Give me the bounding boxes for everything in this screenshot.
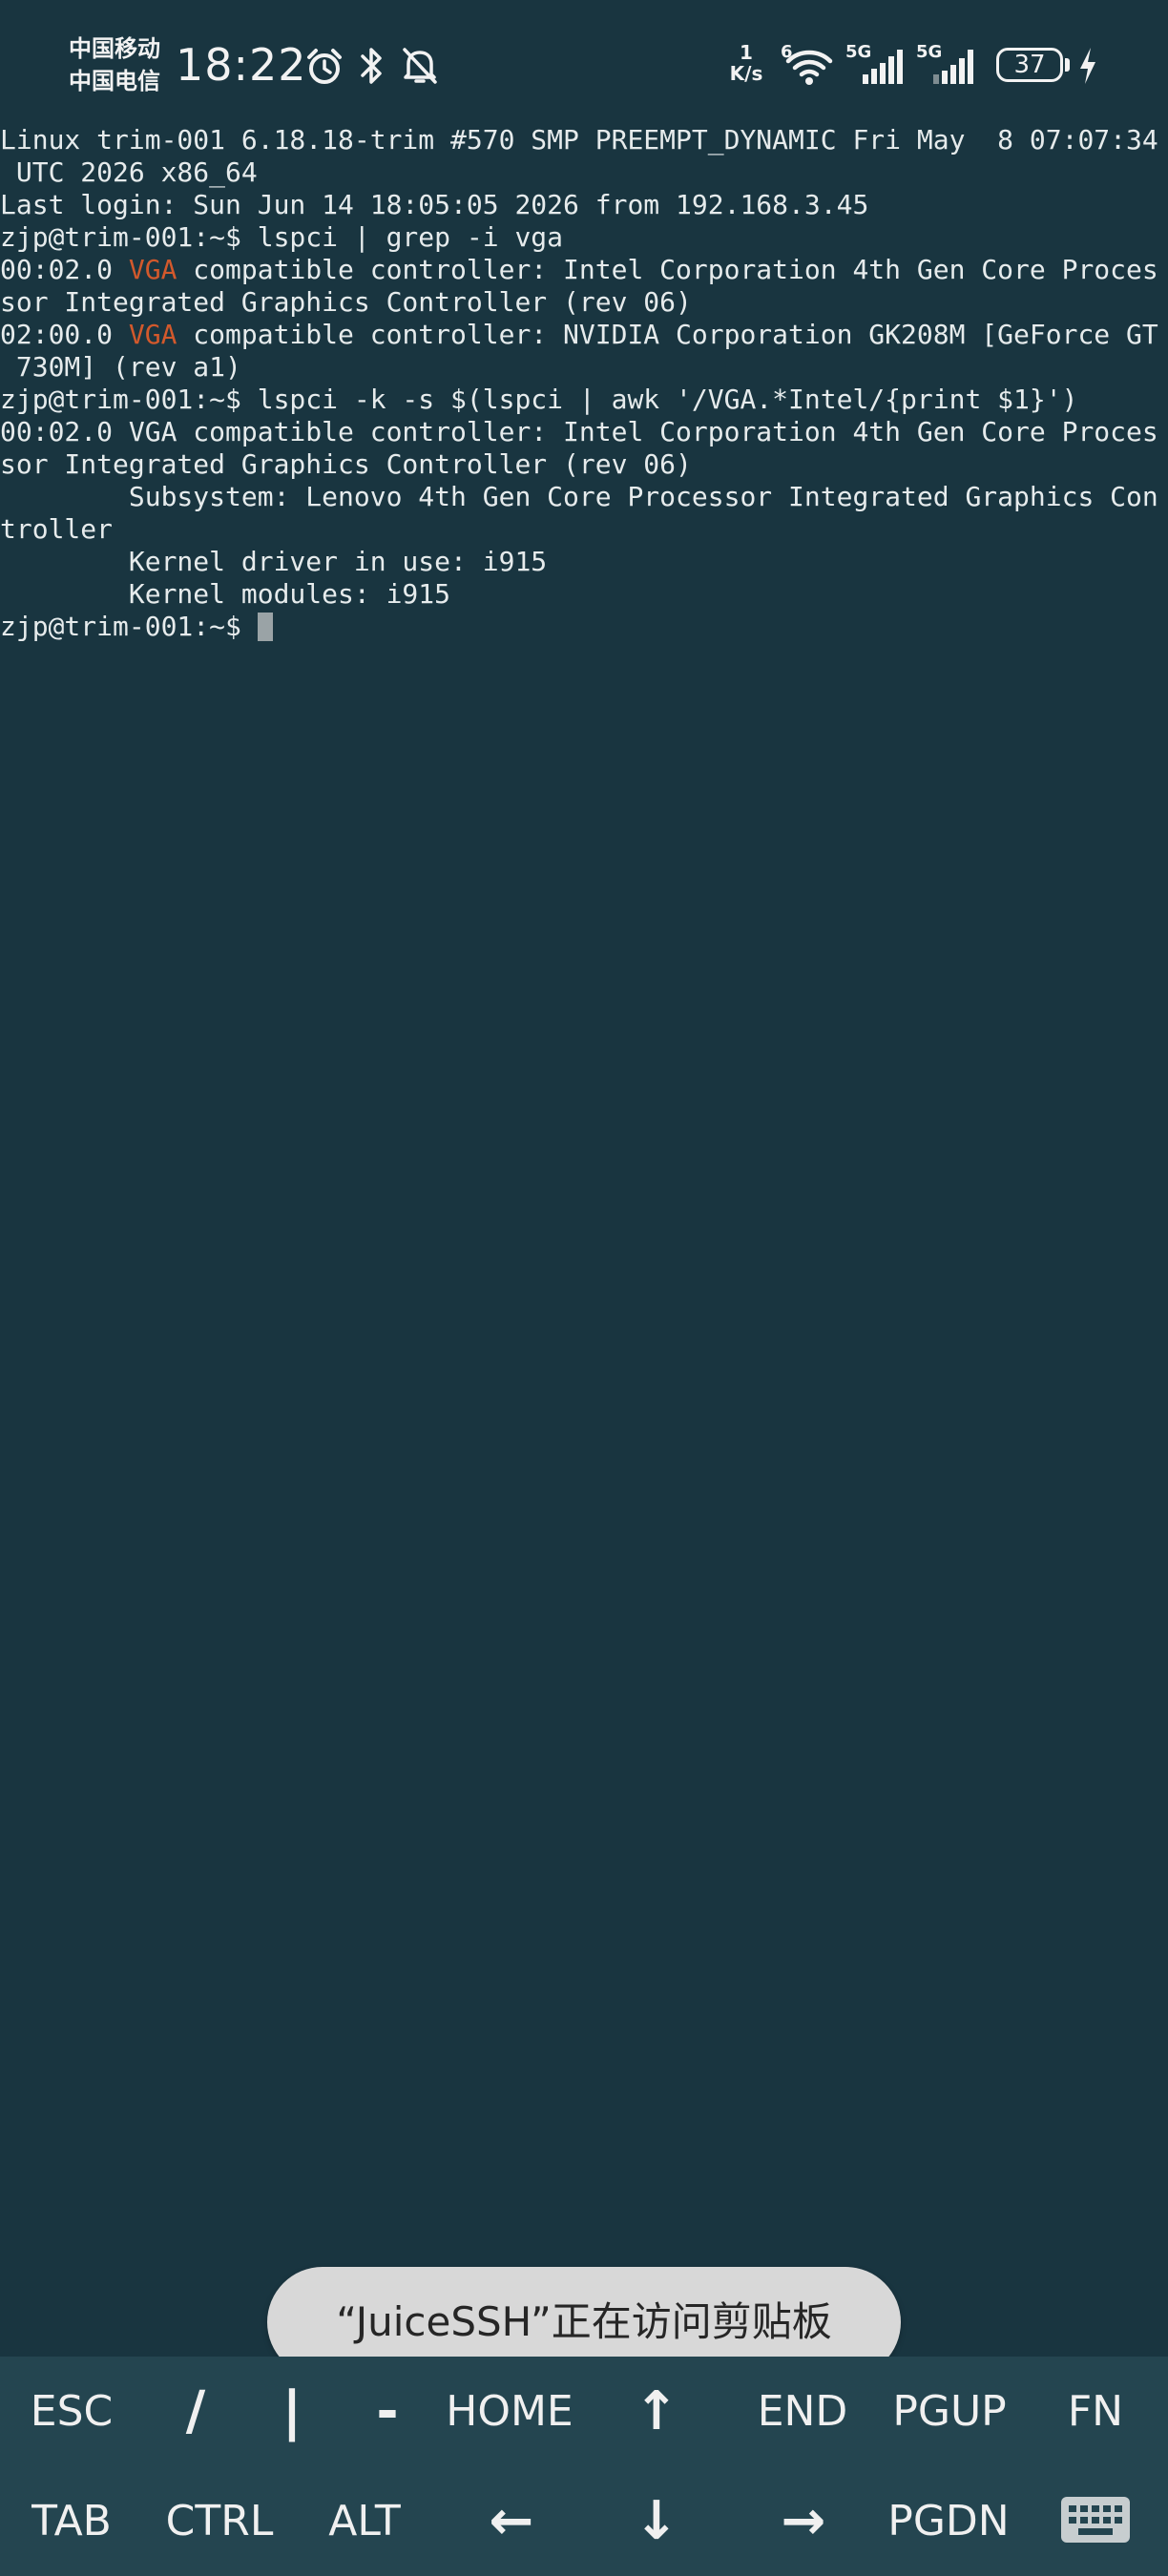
key-minus[interactable]: -	[340, 2357, 435, 2466]
terminal-text: zjp@trim-001:~$ lspci | grep -i vga	[0, 221, 564, 253]
extra-keys-bar: ESC / | - HOME ↑ END PGUP FN TAB CTRL AL…	[0, 2357, 1168, 2576]
key-arrow-right[interactable]: →	[754, 2466, 853, 2576]
extra-keys-row-1: ESC / | - HOME ↑ END PGUP FN	[0, 2357, 1168, 2466]
terminal-line: troller	[0, 513, 1168, 546]
key-pipe[interactable]: |	[244, 2357, 340, 2466]
keyboard-icon[interactable]	[1061, 2497, 1130, 2543]
terminal-text: troller	[0, 513, 114, 545]
carrier-label-2: 中国电信	[69, 68, 160, 94]
terminal-highlight: VGA	[128, 254, 177, 285]
key-fn[interactable]: FN	[1040, 2357, 1151, 2466]
terminal-text: Linux trim-001 6.18.18-trim #570 SMP PRE…	[0, 124, 1158, 156]
key-ctrl[interactable]: CTRL	[153, 2466, 286, 2576]
key-arrow-up[interactable]: ↑	[607, 2357, 706, 2466]
status-clock: 18:22	[176, 39, 307, 91]
terminal-line: 02:00.0 VGA compatible controller: NVIDI…	[0, 319, 1168, 351]
terminal-line: 00:02.0 VGA compatible controller: Intel…	[0, 416, 1168, 448]
terminal-line: zjp@trim-001:~$ lspci -k -s $(lspci | aw…	[0, 384, 1168, 416]
key-arrow-down[interactable]: ↓	[607, 2466, 706, 2576]
terminal-text: 730M] (rev a1)	[0, 351, 241, 383]
terminal-line: 00:02.0 VGA compatible controller: Intel…	[0, 254, 1168, 286]
key-esc[interactable]: ESC	[10, 2357, 134, 2466]
battery-level: 37	[1013, 51, 1046, 79]
terminal-text: sor Integrated Graphics Controller (rev …	[0, 448, 692, 480]
terminal-line: sor Integrated Graphics Controller (rev …	[0, 448, 1168, 481]
terminal-line: Kernel modules: i915	[0, 578, 1168, 611]
alarm-icon	[307, 49, 342, 84]
wifi-icon	[785, 50, 833, 85]
status-bar: 中国移动 中国电信 18:22 1 K/s 6 5G 5G 37	[0, 0, 1168, 122]
signal-icon	[863, 50, 903, 84]
terminal-text: sor Integrated Graphics Controller (rev …	[0, 286, 692, 318]
terminal-line: Kernel driver in use: i915	[0, 546, 1168, 578]
key-home[interactable]: HOME	[435, 2357, 584, 2466]
extra-keys-row-2: TAB CTRL ALT ← ↓ → PGDN	[0, 2466, 1168, 2576]
terminal-line: UTC 2026 x86_64	[0, 156, 1168, 189]
terminal-output[interactable]: Linux trim-001 6.18.18-trim #570 SMP PRE…	[0, 124, 1168, 643]
terminal-text: Last login: Sun Jun 14 18:05:05 2026 fro…	[0, 189, 869, 220]
charging-icon	[1080, 48, 1095, 84]
terminal-text: UTC 2026 x86_64	[0, 156, 258, 188]
terminal-line: Linux trim-001 6.18.18-trim #570 SMP PRE…	[0, 124, 1168, 156]
network-speed-value: 1	[740, 41, 753, 64]
terminal-text: Kernel driver in use: i915	[0, 546, 548, 577]
terminal-text: 00:02.0	[0, 254, 129, 285]
terminal-prompt-line: zjp@trim-001:~$	[0, 611, 1168, 643]
terminal-line: Last login: Sun Jun 14 18:05:05 2026 fro…	[0, 189, 1168, 221]
terminal-line: zjp@trim-001:~$ lspci | grep -i vga	[0, 221, 1168, 254]
carrier-label-1: 中国移动	[69, 35, 160, 62]
network-speed: 1 K/s	[721, 42, 771, 84]
terminal-text: compatible controller: NVIDIA Corporatio…	[177, 319, 1158, 350]
terminal-cursor	[257, 613, 273, 641]
key-alt[interactable]: ALT	[309, 2466, 420, 2576]
key-end[interactable]: END	[740, 2357, 865, 2466]
notifications-off-icon	[403, 48, 437, 84]
key-arrow-left[interactable]: ←	[462, 2466, 561, 2576]
terminal-highlight: VGA	[128, 319, 177, 350]
key-slash[interactable]: /	[143, 2357, 248, 2466]
battery-cap	[1065, 58, 1070, 72]
battery-icon: 37	[996, 48, 1063, 82]
network-speed-unit: K/s	[729, 62, 763, 85]
terminal-text: 00:02.0 VGA compatible controller: Intel…	[0, 416, 1158, 447]
terminal-text: zjp@trim-001:~$ lspci -k -s $(lspci | aw…	[0, 384, 1078, 415]
bluetooth-icon	[361, 48, 382, 84]
terminal-text: compatible controller: Intel Corporation…	[177, 254, 1158, 285]
terminal-text: Kernel modules: i915	[0, 578, 451, 610]
signal-icon	[933, 50, 973, 84]
key-pgup[interactable]: PGUP	[878, 2357, 1021, 2466]
terminal-text: 02:00.0	[0, 319, 129, 350]
terminal-text: Subsystem: Lenovo 4th Gen Core Processor…	[0, 481, 1158, 512]
terminal-line: Subsystem: Lenovo 4th Gen Core Processor…	[0, 481, 1168, 513]
key-tab[interactable]: TAB	[10, 2466, 134, 2576]
terminal-prompt: zjp@trim-001:~$	[0, 611, 258, 642]
terminal-line: sor Integrated Graphics Controller (rev …	[0, 286, 1168, 319]
key-pgdn[interactable]: PGDN	[874, 2466, 1023, 2576]
terminal-line: 730M] (rev a1)	[0, 351, 1168, 384]
